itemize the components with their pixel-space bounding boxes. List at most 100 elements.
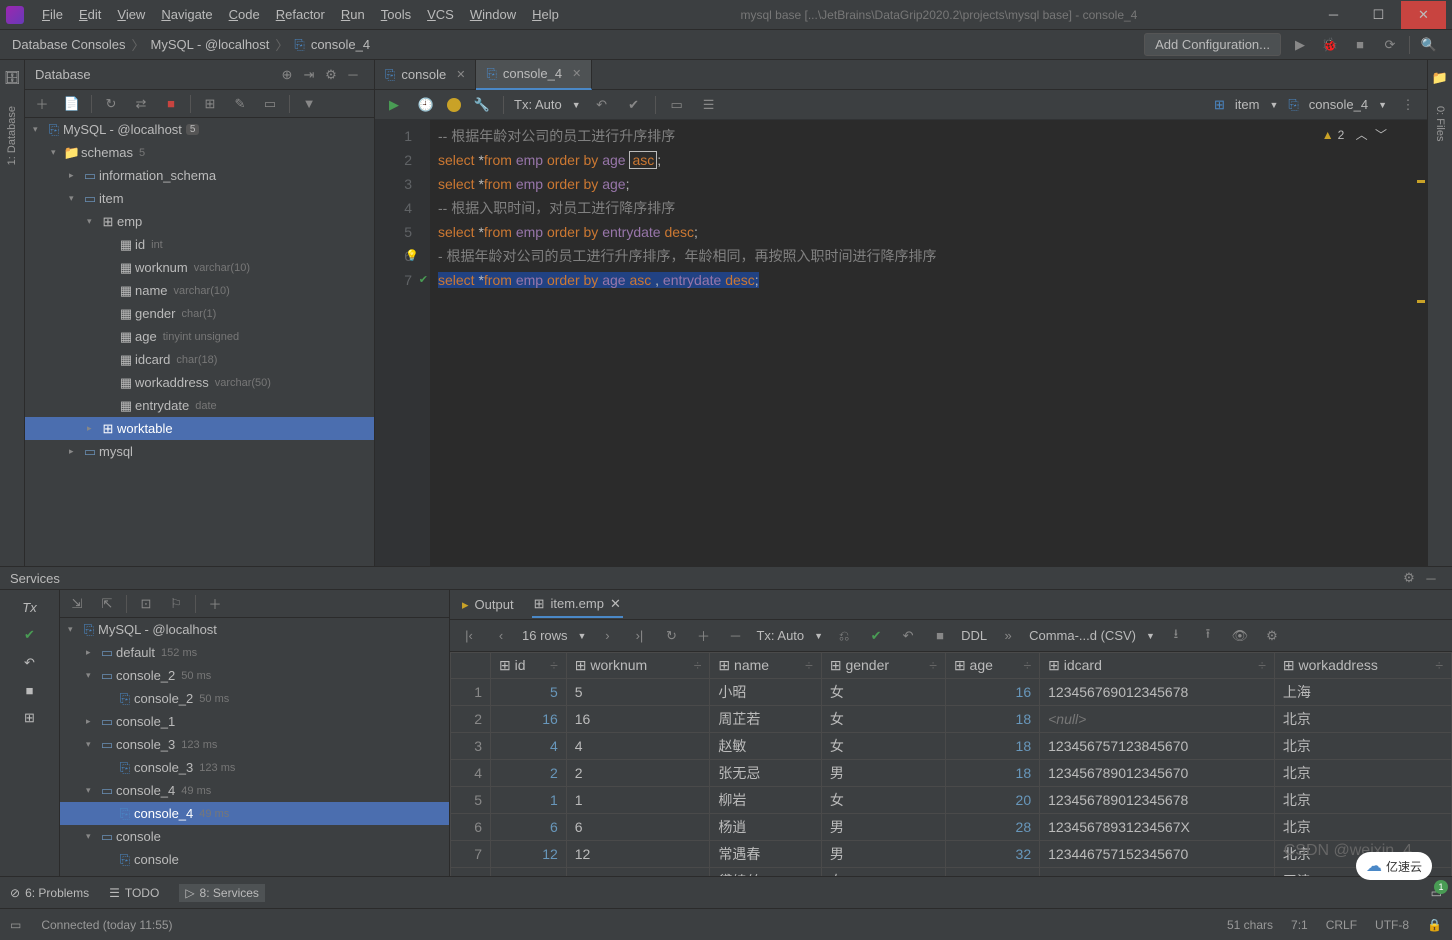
table-row[interactable]: 155小昭女16123456769012345678上海: [451, 679, 1452, 706]
close-icon[interactable]: ✕: [456, 68, 465, 81]
scroll-from-source-icon[interactable]: ⊕: [276, 64, 298, 86]
sidebar-tab-files[interactable]: 0: Files: [1434, 106, 1446, 141]
close-icon[interactable]: ✕: [572, 67, 581, 80]
tab-console-4[interactable]: ⎘ console_4 ✕: [476, 60, 592, 90]
service-row[interactable]: ⎘console: [60, 848, 449, 871]
tree-row[interactable]: ▸▭information_schema: [25, 164, 374, 187]
commit-icon[interactable]: [447, 98, 461, 112]
grid-tx[interactable]: Tx: Auto: [756, 628, 804, 643]
status-crlf[interactable]: CRLF: [1326, 918, 1357, 932]
run-icon[interactable]: ▶: [1289, 34, 1311, 56]
tab-problems[interactable]: ⊘6: Problems: [10, 886, 89, 900]
tab-services[interactable]: ▷8: Services: [179, 884, 265, 902]
table-row[interactable]: 422张无忌男18123456789012345670北京: [451, 760, 1452, 787]
next-icon[interactable]: ›: [596, 625, 618, 647]
service-row[interactable]: ▸▭console_1: [60, 710, 449, 733]
table-row[interactable]: 666杨逍男2812345678931234567X北京: [451, 814, 1452, 841]
execute-icon[interactable]: ▶: [383, 94, 405, 116]
service-row[interactable]: ⎘console_4 49 ms: [60, 802, 449, 825]
history-icon[interactable]: 🕘: [415, 94, 437, 116]
filter2-icon[interactable]: ⚐: [165, 593, 187, 615]
tree-row[interactable]: ▦workaddress varchar(50): [25, 371, 374, 394]
stop-db-icon[interactable]: ■: [160, 93, 182, 115]
table-row[interactable]: 511柳岩女20123456789012345678北京: [451, 787, 1452, 814]
last-icon[interactable]: ›|: [628, 625, 650, 647]
hide-icon[interactable]: ─: [342, 64, 364, 86]
col-id[interactable]: ⊞ id ÷: [491, 653, 567, 679]
tree-row[interactable]: ▦age tinyint unsigned: [25, 325, 374, 348]
lock-icon[interactable]: 🔒: [1427, 918, 1442, 932]
console-icon[interactable]: ▭: [259, 93, 281, 115]
ddl-button[interactable]: DDL: [961, 628, 987, 643]
menu-help[interactable]: Help: [524, 3, 567, 26]
tab-console[interactable]: ⎘ console ✕: [375, 60, 476, 90]
sync-icon[interactable]: ⇄: [130, 93, 152, 115]
database-tab-icon[interactable]: 🗄: [4, 70, 21, 86]
tree-row[interactable]: ▦id int: [25, 233, 374, 256]
ctx-schema[interactable]: item: [1235, 97, 1260, 112]
undo-icon[interactable]: ↶: [24, 655, 35, 671]
hide-icon[interactable]: ─: [1420, 567, 1442, 589]
menu-run[interactable]: Run: [333, 3, 373, 26]
tab-output[interactable]: ▸ Output: [460, 593, 516, 617]
settings-icon[interactable]: ⚙: [320, 64, 342, 86]
table-row[interactable]: 71212常遇春男32123446757152345670北京: [451, 841, 1452, 868]
add-icon[interactable]: ＋: [204, 593, 226, 615]
refresh-icon[interactable]: ↻: [100, 93, 122, 115]
service-row[interactable]: ▾⎘MySQL - @localhost: [60, 618, 449, 641]
result-grid[interactable]: ⊞ id ÷⊞ worknum ÷⊞ name ÷⊞ gender ÷⊞ age…: [450, 652, 1452, 895]
ctx-console[interactable]: console_4: [1309, 97, 1368, 112]
debug-icon[interactable]: 🐞: [1319, 34, 1341, 56]
sidebar-tab-database[interactable]: 1: Database: [6, 106, 18, 165]
crumb-0[interactable]: Database Consoles: [12, 37, 125, 52]
new-icon[interactable]: ＋: [31, 93, 53, 115]
row-count[interactable]: 16 rows: [522, 628, 568, 643]
col-idcard[interactable]: ⊞ idcard ÷: [1040, 653, 1275, 679]
menu-tools[interactable]: Tools: [373, 3, 419, 26]
edit-icon[interactable]: ✎: [229, 93, 251, 115]
menu-file[interactable]: File: [34, 3, 71, 26]
expand-icon[interactable]: ⇲: [66, 593, 88, 615]
export-format[interactable]: Comma-...d (CSV): [1029, 628, 1136, 643]
view-icon[interactable]: 👁: [1229, 625, 1251, 647]
duplicate-icon[interactable]: 📄: [61, 93, 83, 115]
reload-icon[interactable]: ↻: [660, 625, 682, 647]
close-button[interactable]: ✕: [1401, 1, 1446, 29]
tree-row[interactable]: ▾⎘MySQL - @localhost 5: [25, 118, 374, 141]
rollback2-icon[interactable]: ↶: [897, 625, 919, 647]
upload-icon[interactable]: ⭱: [1197, 625, 1219, 647]
search-icon[interactable]: 🔍: [1418, 34, 1440, 56]
collapse-icon[interactable]: ⇥: [298, 64, 320, 86]
status-enc[interactable]: UTF-8: [1375, 918, 1409, 932]
service-row[interactable]: ▾▭console_4 49 ms: [60, 779, 449, 802]
stop3-icon[interactable]: ■: [929, 625, 951, 647]
crumb-1[interactable]: MySQL - @localhost: [150, 37, 269, 52]
first-icon[interactable]: |‹: [458, 625, 480, 647]
service-row[interactable]: ⎘console_2 50 ms: [60, 687, 449, 710]
prev-icon[interactable]: ‹: [490, 625, 512, 647]
remove-row-icon[interactable]: －: [724, 625, 746, 647]
notifications-icon[interactable]: ▭1: [1431, 886, 1442, 900]
crumb-2[interactable]: console_4: [311, 37, 370, 52]
service-row[interactable]: ⎘console_3 123 ms: [60, 756, 449, 779]
stop-icon[interactable]: ■: [1349, 34, 1371, 56]
plan-icon[interactable]: ☰: [698, 94, 720, 116]
menu-refactor[interactable]: Refactor: [268, 3, 333, 26]
menu-code[interactable]: Code: [221, 3, 268, 26]
download-icon[interactable]: ⭳: [1165, 625, 1187, 647]
warnings-indicator[interactable]: 2 ︿ ﹀: [1322, 126, 1387, 143]
close-icon[interactable]: ✕: [610, 596, 621, 612]
table-icon[interactable]: ⊞: [199, 93, 221, 115]
menu-window[interactable]: Window: [462, 3, 524, 26]
menu-vcs[interactable]: VCS: [419, 3, 462, 26]
col-name[interactable]: ⊞ name ÷: [710, 653, 821, 679]
maximize-button[interactable]: ☐: [1356, 1, 1401, 29]
revert-icon[interactable]: ⎌: [833, 625, 855, 647]
filter-icon[interactable]: ▼: [298, 93, 320, 115]
tree-row[interactable]: ▦entrydate date: [25, 394, 374, 417]
tree-row[interactable]: ▦idcard char(18): [25, 348, 374, 371]
col-workaddress[interactable]: ⊞ workaddress ÷: [1274, 653, 1451, 679]
minimize-button[interactable]: ─: [1311, 1, 1356, 29]
service-row[interactable]: ▾▭console_3 123 ms: [60, 733, 449, 756]
add-configuration-button[interactable]: Add Configuration...: [1144, 33, 1281, 56]
